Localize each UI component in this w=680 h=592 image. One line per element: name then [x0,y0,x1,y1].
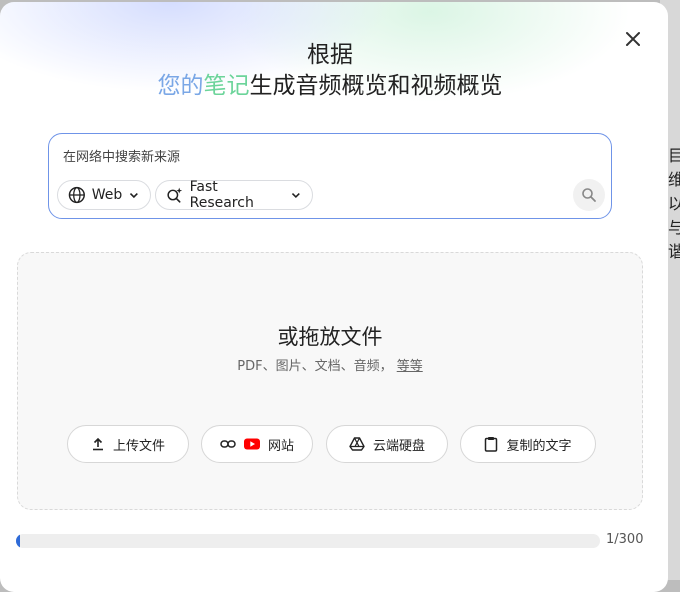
search-icon [582,188,596,202]
background-text: 与 [668,218,680,237]
source-limit-fill [16,534,20,548]
upload-icon [92,437,103,451]
title-highlight-2: 笔记 [203,73,250,99]
source-count: 1/300 [606,532,644,547]
website-button[interactable]: 网站 [201,425,313,463]
dialog-title-line1: 根据 [307,42,353,68]
chevron-down-icon [292,192,301,199]
background-text: 以 [668,194,680,213]
upload-file-button[interactable]: 上传文件 [67,425,189,463]
paste-text-button[interactable]: 复制的文字 [460,425,596,463]
title-highlight-1: 您的 [157,73,204,99]
globe-icon [68,186,85,204]
background-text: 谐 [668,242,680,261]
google-drive-button[interactable]: 云端硬盘 [326,425,448,463]
source-type-dropdown[interactable]: Web [57,180,151,210]
drop-zone-subtitle: PDF、图片、文档、音频， 等等 [18,355,642,374]
submit-search-button[interactable] [573,179,605,211]
link-icon [220,440,236,448]
website-label: 网站 [267,438,294,454]
source-limit-bar [16,534,600,548]
background-text: 目 [668,146,680,165]
file-drop-zone[interactable]: 或拖放文件 PDF、图片、文档、音频， 等等 上传文件 网站 云端硬盘 复制的文… [17,252,643,510]
search-input[interactable] [63,147,583,167]
research-mode-dropdown[interactable]: Fast Research [155,179,313,211]
drive-icon [349,437,365,451]
supported-types: PDF、图片、文档、音频， [237,359,393,374]
background-text: 维 [668,170,680,189]
clipboard-icon [485,437,498,452]
research-mode-label: Fast Research [189,179,254,211]
title-rest: 生成音频概览和视频概览 [249,73,503,99]
source-type-label: Web [91,187,123,203]
google-drive-label: 云端硬盘 [372,438,425,454]
add-source-dialog: 根据 您的笔记生成音频概览和视频概览 Web Fast Research [0,2,668,592]
sparkle-search-icon [167,187,183,203]
more-types-link[interactable]: 等等 [397,359,423,374]
web-search-box: Web Fast Research [48,133,612,219]
upload-file-label: 上传文件 [112,438,165,454]
chevron-down-icon [130,192,139,199]
drop-zone-title: 或拖放文件 [277,325,383,349]
youtube-icon [243,438,260,450]
paste-text-label: 复制的文字 [506,438,572,454]
dialog-title-line2: 您的笔记生成音频概览和视频概览 [0,66,660,100]
